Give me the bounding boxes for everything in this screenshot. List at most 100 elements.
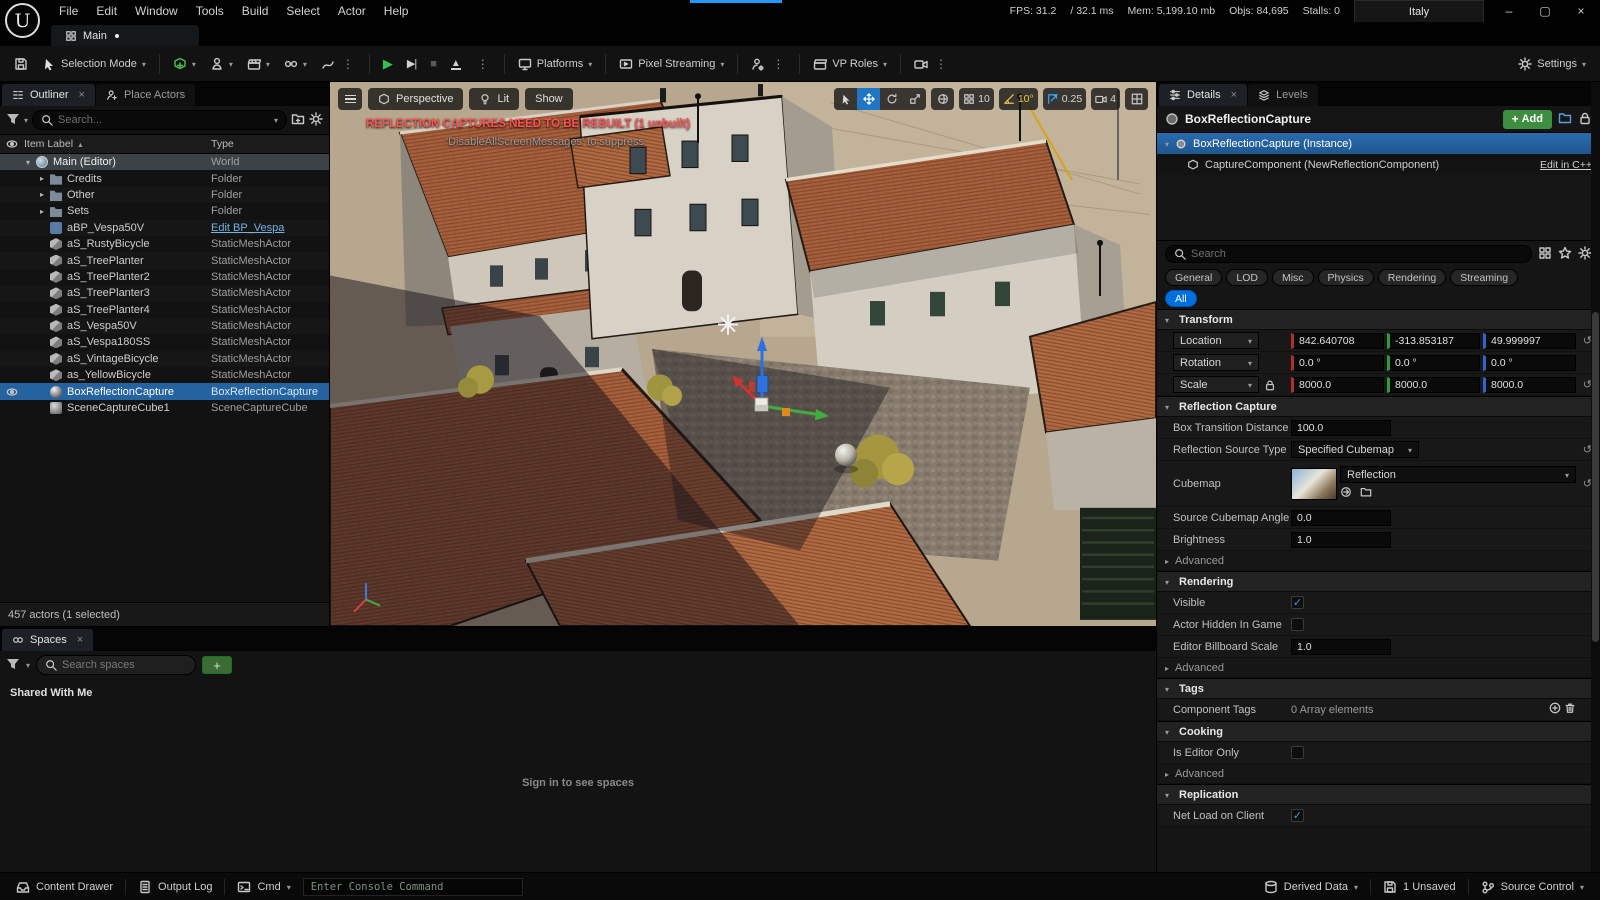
- show-dropdown[interactable]: Show: [525, 88, 573, 110]
- column-type[interactable]: Type: [211, 138, 329, 150]
- location-x-field[interactable]: 842.640708: [1291, 333, 1384, 349]
- viewport-3d-scene[interactable]: [330, 82, 1156, 626]
- visibility-eye-icon[interactable]: [2, 386, 22, 398]
- scale-mode-dropdown[interactable]: Scale: [1173, 376, 1259, 393]
- stop-button[interactable]: [424, 51, 443, 77]
- scale-snap-value[interactable]: 0.25: [1062, 93, 1082, 105]
- section-header-rendering[interactable]: Rendering: [1157, 571, 1600, 592]
- scale-tool-button[interactable]: [903, 88, 926, 110]
- camera-button[interactable]: [908, 51, 955, 77]
- maximize-viewport-button[interactable]: [1125, 88, 1148, 110]
- cmd-dropdown[interactable]: Cmd: [229, 876, 298, 898]
- save-button[interactable]: [8, 51, 34, 77]
- rotate-tool-button[interactable]: [880, 88, 903, 110]
- outliner-row[interactable]: as_YellowBicycle StaticMeshActor: [0, 367, 329, 383]
- viewport-menu-button[interactable]: [338, 88, 362, 110]
- use-selected-asset-icon[interactable]: [1340, 486, 1352, 501]
- sequencer-dropdown[interactable]: [278, 51, 313, 77]
- filter-general[interactable]: General: [1165, 269, 1222, 286]
- filter-misc[interactable]: Misc: [1272, 269, 1314, 286]
- scale-snap-toggle[interactable]: 0.25: [1043, 88, 1086, 110]
- section-header-replication[interactable]: Replication: [1157, 784, 1600, 805]
- advanced-expander[interactable]: Advanced: [1157, 551, 1600, 571]
- add-array-element-icon[interactable]: [1549, 702, 1561, 717]
- outliner-row[interactable]: Other Folder: [0, 187, 329, 203]
- outliner-row[interactable]: aBP_Vespa50V Edit BP_Vespa: [0, 220, 329, 236]
- scale-x-field[interactable]: 8000.0: [1291, 377, 1384, 393]
- source-control-button[interactable]: Source Control: [1473, 876, 1592, 898]
- close-button[interactable]: ×: [1570, 2, 1592, 20]
- menu-edit[interactable]: Edit: [87, 4, 126, 18]
- filter-streaming[interactable]: Streaming: [1450, 269, 1518, 286]
- column-item-label[interactable]: Item Label: [24, 138, 211, 150]
- play-button[interactable]: [377, 51, 399, 77]
- billboard-scale-field[interactable]: 1.0: [1291, 639, 1391, 655]
- minimize-button[interactable]: –: [1498, 2, 1520, 20]
- filter-icon[interactable]: [6, 657, 20, 674]
- add-actor-dropdown[interactable]: [167, 51, 202, 77]
- outliner-row[interactable]: aS_VintageBicycle StaticMeshActor: [0, 351, 329, 367]
- play-options-kebab[interactable]: [469, 51, 497, 77]
- outliner-row[interactable]: BoxReflectionCapture BoxReflectionCaptur…: [0, 383, 329, 399]
- platforms-dropdown[interactable]: Platforms: [512, 51, 598, 77]
- outliner-row[interactable]: aS_RustyBicycle StaticMeshActor: [0, 236, 329, 252]
- filter-all[interactable]: All: [1165, 290, 1197, 307]
- net-load-checkbox[interactable]: [1291, 809, 1304, 822]
- outliner-row[interactable]: Sets Folder: [0, 203, 329, 219]
- outliner-row[interactable]: aS_TreePlanter2 StaticMeshActor: [0, 269, 329, 285]
- visible-checkbox[interactable]: [1291, 596, 1304, 609]
- section-header-transform[interactable]: Transform: [1157, 309, 1600, 330]
- console-command-input[interactable]: [311, 881, 515, 893]
- outliner-row[interactable]: aS_Vespa50V StaticMeshActor: [0, 318, 329, 334]
- menu-help[interactable]: Help: [375, 4, 418, 18]
- vp-roles-dropdown[interactable]: VP Roles: [807, 51, 893, 77]
- outliner-row[interactable]: Credits Folder: [0, 170, 329, 186]
- chevron-down-icon[interactable]: [26, 659, 30, 671]
- cubemap-thumbnail[interactable]: [1291, 468, 1337, 500]
- display-options-icon[interactable]: [1538, 246, 1552, 263]
- outliner-row[interactable]: aS_Vespa180SS StaticMeshActor: [0, 334, 329, 350]
- move-tool-button[interactable]: [857, 88, 880, 110]
- section-header-reflection-capture[interactable]: Reflection Capture: [1157, 396, 1600, 417]
- outliner-row[interactable]: aS_TreePlanter StaticMeshActor: [0, 252, 329, 268]
- cinematics-dropdown[interactable]: [241, 51, 276, 77]
- tab-details[interactable]: Details: [1159, 84, 1247, 106]
- blueprints-dropdown[interactable]: [204, 51, 239, 77]
- outliner-row[interactable]: SceneCaptureCube1 SceneCaptureCube: [0, 400, 329, 416]
- grid-snap-value[interactable]: 10: [978, 93, 990, 105]
- frame-skip-button[interactable]: [401, 51, 422, 77]
- reset-to-default-icon[interactable]: [1576, 378, 1592, 391]
- details-scrollbar-thumb[interactable]: [1592, 312, 1599, 642]
- rotation-y-field[interactable]: 0.0 °: [1387, 355, 1480, 371]
- trash-icon[interactable]: [1564, 702, 1576, 717]
- user-settings-button[interactable]: [745, 51, 792, 77]
- menu-actor[interactable]: Actor: [329, 4, 375, 18]
- outliner-search-input[interactable]: [58, 114, 269, 126]
- output-log-button[interactable]: Output Log: [130, 876, 220, 898]
- outliner-row[interactable]: Main (Editor) World: [0, 154, 329, 170]
- section-header-cooking[interactable]: Cooking: [1157, 721, 1600, 742]
- component-row-instance[interactable]: BoxReflectionCapture (Instance): [1157, 133, 1600, 154]
- reset-to-default-icon[interactable]: [1576, 477, 1592, 490]
- select-tool-button[interactable]: [834, 88, 857, 110]
- browse-to-asset-icon[interactable]: [1360, 486, 1372, 501]
- scale-z-field[interactable]: 8000.0: [1483, 377, 1576, 393]
- details-settings-icon[interactable]: [1578, 246, 1592, 263]
- expander-arrow-icon[interactable]: [22, 158, 34, 167]
- menu-window[interactable]: Window: [126, 4, 187, 18]
- reset-to-default-icon[interactable]: [1576, 443, 1592, 456]
- rotation-snap-toggle[interactable]: 10°: [999, 88, 1038, 110]
- spaces-search-input[interactable]: [62, 659, 187, 671]
- outliner-settings-icon[interactable]: [309, 112, 323, 129]
- camera-speed-value[interactable]: 4: [1110, 93, 1116, 105]
- maximize-button[interactable]: ▢: [1534, 2, 1556, 20]
- advanced-expander[interactable]: Advanced: [1157, 658, 1600, 678]
- menu-tools[interactable]: Tools: [187, 4, 233, 18]
- outliner-row[interactable]: aS_TreePlanter3 StaticMeshActor: [0, 285, 329, 301]
- details-search[interactable]: [1165, 245, 1532, 263]
- rotation-z-field[interactable]: 0.0 °: [1483, 355, 1576, 371]
- visibility-column-eye-icon[interactable]: [0, 138, 24, 150]
- box-transition-field[interactable]: 100.0: [1291, 420, 1391, 436]
- close-icon[interactable]: [75, 89, 85, 101]
- selection-mode-dropdown[interactable]: Selection Mode: [36, 51, 152, 77]
